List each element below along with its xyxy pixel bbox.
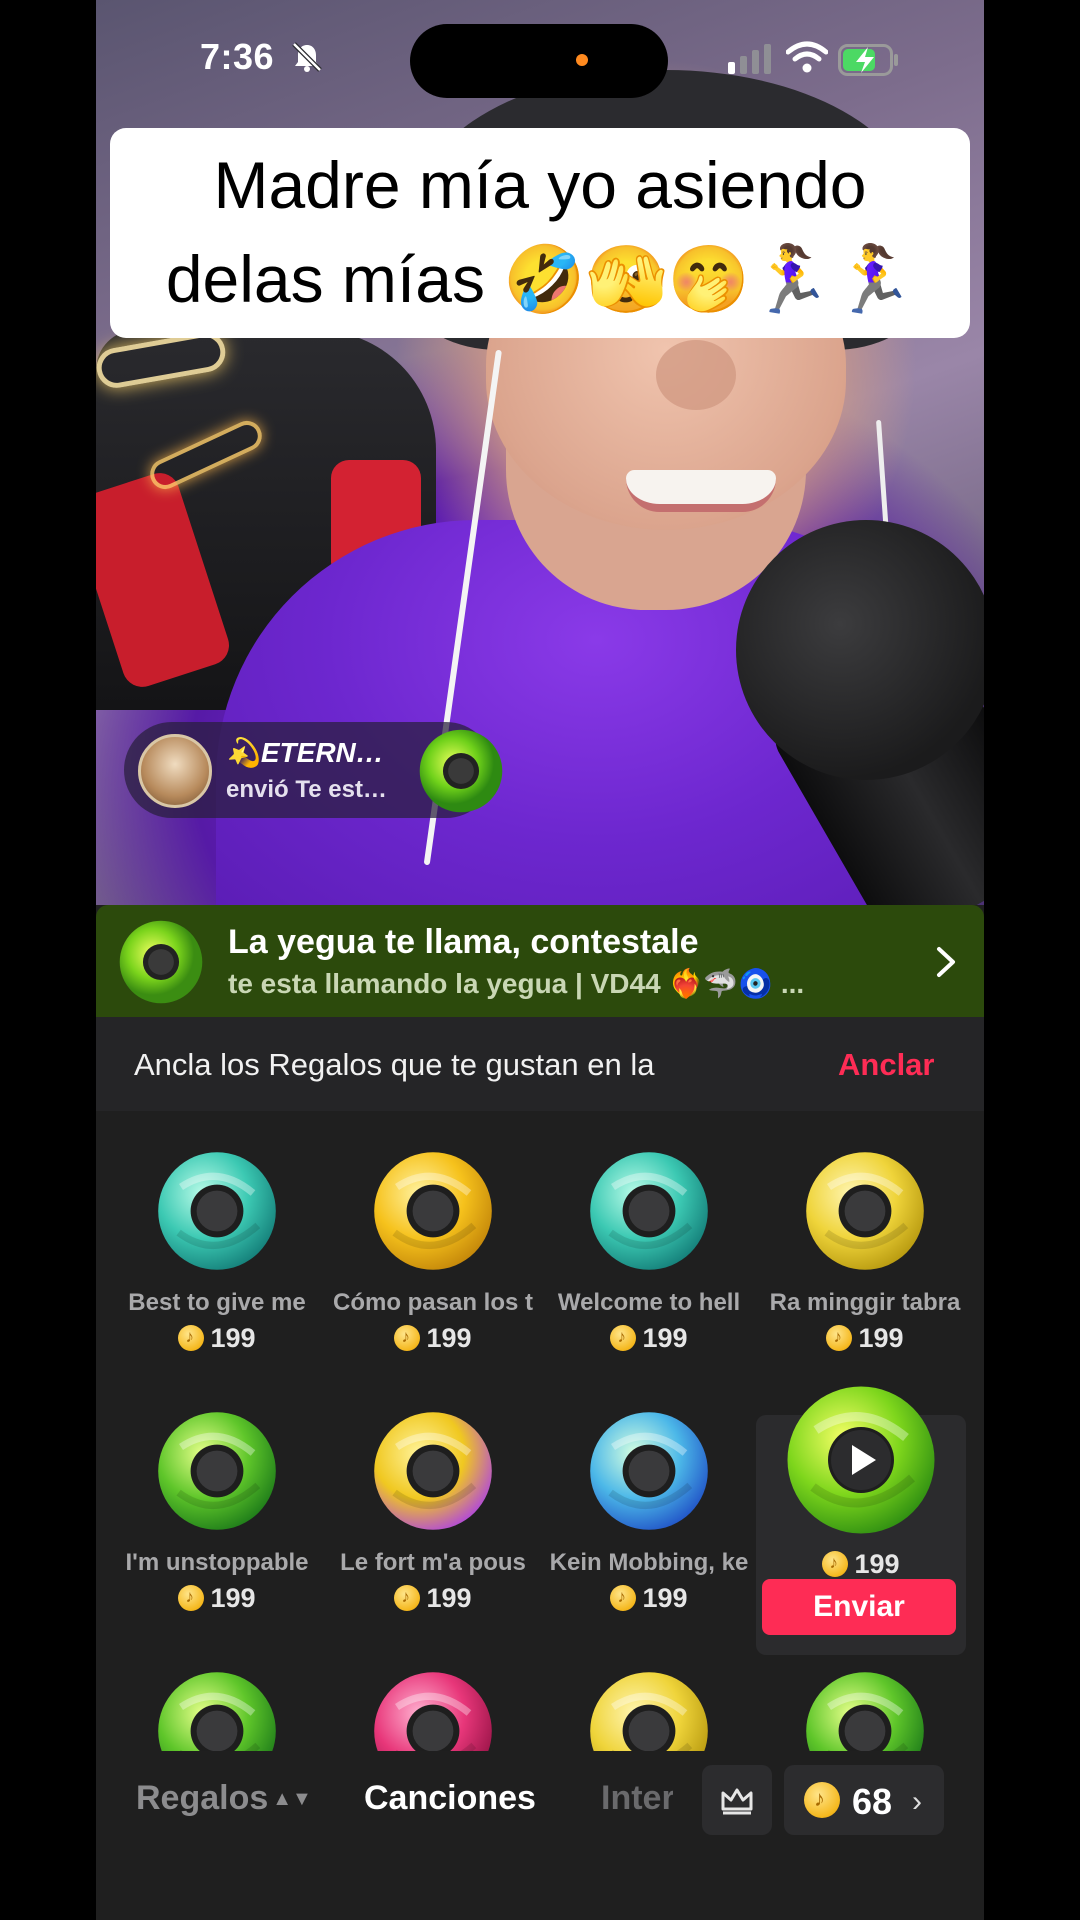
- song-price: 199: [328, 1583, 538, 1614]
- vinyl-disc-icon: [806, 1152, 924, 1270]
- song-gift-item[interactable]: [544, 1631, 754, 1751]
- battery-charging-icon: [838, 44, 898, 76]
- song-gift-item[interactable]: Ra minggir tabra 199: [760, 1111, 970, 1354]
- song-name: Le fort m'a pous: [340, 1549, 526, 1576]
- song-name: I'm unstoppable: [125, 1549, 309, 1576]
- dynamic-island: [410, 24, 668, 98]
- song-gift-item[interactable]: Best to give me 199: [112, 1111, 322, 1354]
- song-price: 199: [760, 1323, 970, 1354]
- song-price: 199: [544, 1583, 754, 1614]
- gift-tabbar: Regalos▲▼ Canciones Inter 68 ›: [96, 1751, 984, 1920]
- pin-hint: Ancla los Regalos que te gustan en la: [134, 1047, 655, 1082]
- vinyl-disc-icon: [419, 729, 503, 813]
- chevron-right-icon: ›: [912, 1785, 922, 1818]
- song-name: Kein Mobbing, ke: [549, 1549, 749, 1576]
- vinyl-disc-icon: [374, 1672, 492, 1751]
- song-price: 199: [328, 1323, 538, 1354]
- banner-subtitle: te esta llamando la yegua | VD44 ❤️‍🔥🦈🧿 …: [228, 968, 805, 999]
- vinyl-disc-icon: [374, 1152, 492, 1270]
- song-name: Best to give me: [128, 1289, 306, 1316]
- vinyl-disc-icon: [590, 1152, 708, 1270]
- tab-regalos[interactable]: Regalos ▲▼: [136, 1779, 312, 1818]
- screen: 7:36 Madre mía yo asiendo delas mías 🤣🫣🤭…: [96, 0, 984, 1920]
- gift-sender-name: 💫ETERN…: [226, 737, 384, 768]
- song-gift-item[interactable]: Le fort m'a pous 199: [328, 1371, 538, 1614]
- vinyl-disc-icon: [590, 1412, 708, 1530]
- vinyl-disc-icon: [158, 1152, 276, 1270]
- sort-arrows-icon: ▲▼: [272, 1788, 312, 1810]
- song-name: Cómo pasan los t: [332, 1289, 534, 1316]
- coin-icon: [610, 1325, 637, 1351]
- song-gift-item[interactable]: Kein Mobbing, ke 199: [544, 1371, 754, 1614]
- send-button[interactable]: Enviar: [762, 1579, 956, 1635]
- coin-icon: [826, 1325, 853, 1351]
- gift-notification[interactable]: 💫ETERN… envió Te est…: [124, 722, 503, 818]
- live-video[interactable]: 7:36 Madre mía yo asiendo delas mías 🤣🫣🤭…: [96, 0, 984, 905]
- status-bar: 7:36: [96, 0, 984, 120]
- song-gift-item[interactable]: [760, 1631, 970, 1751]
- vinyl-disc-icon: [158, 1412, 276, 1530]
- coin-icon: [610, 1585, 637, 1611]
- microphone: [736, 520, 984, 780]
- song-gift-item[interactable]: 199Enviar: [756, 1386, 966, 1655]
- coin-balance: 68: [852, 1781, 893, 1822]
- vinyl-disc-icon: [158, 1672, 276, 1751]
- vinyl-disc-icon: [374, 1412, 492, 1530]
- coin-icon: [394, 1585, 421, 1611]
- vinyl-disc-icon: [787, 1386, 935, 1534]
- coin-icon: [178, 1585, 205, 1611]
- video-caption: Madre mía yo asiendo delas mías 🤣🫣🤭🏃‍♀️🏃…: [110, 128, 970, 338]
- tab-canciones[interactable]: Canciones: [364, 1779, 536, 1818]
- song-price: 199: [544, 1323, 754, 1354]
- coin-icon: [822, 1551, 849, 1577]
- caption-line-1: Madre mía yo asiendo: [213, 148, 867, 222]
- song-gift-item[interactable]: Welcome to hell 199: [544, 1111, 754, 1354]
- song-name: Ra minggir tabra: [769, 1289, 961, 1316]
- chevron-right-icon[interactable]: [934, 945, 958, 979]
- song-price: 199: [112, 1583, 322, 1614]
- song-gift-item[interactable]: I'm unstoppable 199: [112, 1371, 322, 1614]
- privacy-indicator: [576, 54, 588, 66]
- cellular-signal-icon: [728, 44, 771, 74]
- vinyl-disc-icon: [119, 920, 203, 1004]
- status-time: 7:36: [200, 36, 275, 77]
- coin-icon: [804, 1782, 840, 1818]
- caption-line-2: delas mías 🤣🫣🤭🏃‍♀️🏃‍♀️: [165, 242, 915, 316]
- song-gift-item[interactable]: [328, 1631, 538, 1751]
- vinyl-disc-icon: [806, 1672, 924, 1751]
- pin-button[interactable]: Anclar: [838, 1047, 934, 1083]
- gift-message: envió Te est…: [226, 776, 387, 803]
- coin-balance-button[interactable]: 68 ›: [784, 1765, 944, 1835]
- tab-inter[interactable]: Inter: [601, 1779, 673, 1818]
- coin-icon: [394, 1325, 421, 1351]
- vinyl-disc-icon: [590, 1672, 708, 1751]
- sender-avatar[interactable]: [138, 734, 212, 808]
- song-price: 199: [756, 1549, 966, 1580]
- crown-icon: [721, 1788, 753, 1815]
- song-price: 199: [112, 1323, 322, 1354]
- song-gift-grid[interactable]: Best to give me 199 Cómo pasan los t 199 W…: [96, 1111, 984, 1751]
- banner-title: La yegua te llama, contestale: [228, 923, 699, 961]
- pin-gifts-row: Ancla los Regalos que te gustan en la An…: [96, 1017, 984, 1111]
- song-gift-item[interactable]: Cómo pasan los t 199: [328, 1111, 538, 1354]
- crown-button[interactable]: [702, 1765, 772, 1835]
- song-banner[interactable]: La yegua te llama, contestale te esta ll…: [96, 905, 984, 1017]
- bell-muted-icon: [292, 42, 322, 72]
- song-gift-item[interactable]: [112, 1631, 322, 1751]
- song-name: Welcome to hell: [557, 1289, 741, 1316]
- coin-icon: [178, 1325, 205, 1351]
- wifi-icon: [786, 41, 828, 73]
